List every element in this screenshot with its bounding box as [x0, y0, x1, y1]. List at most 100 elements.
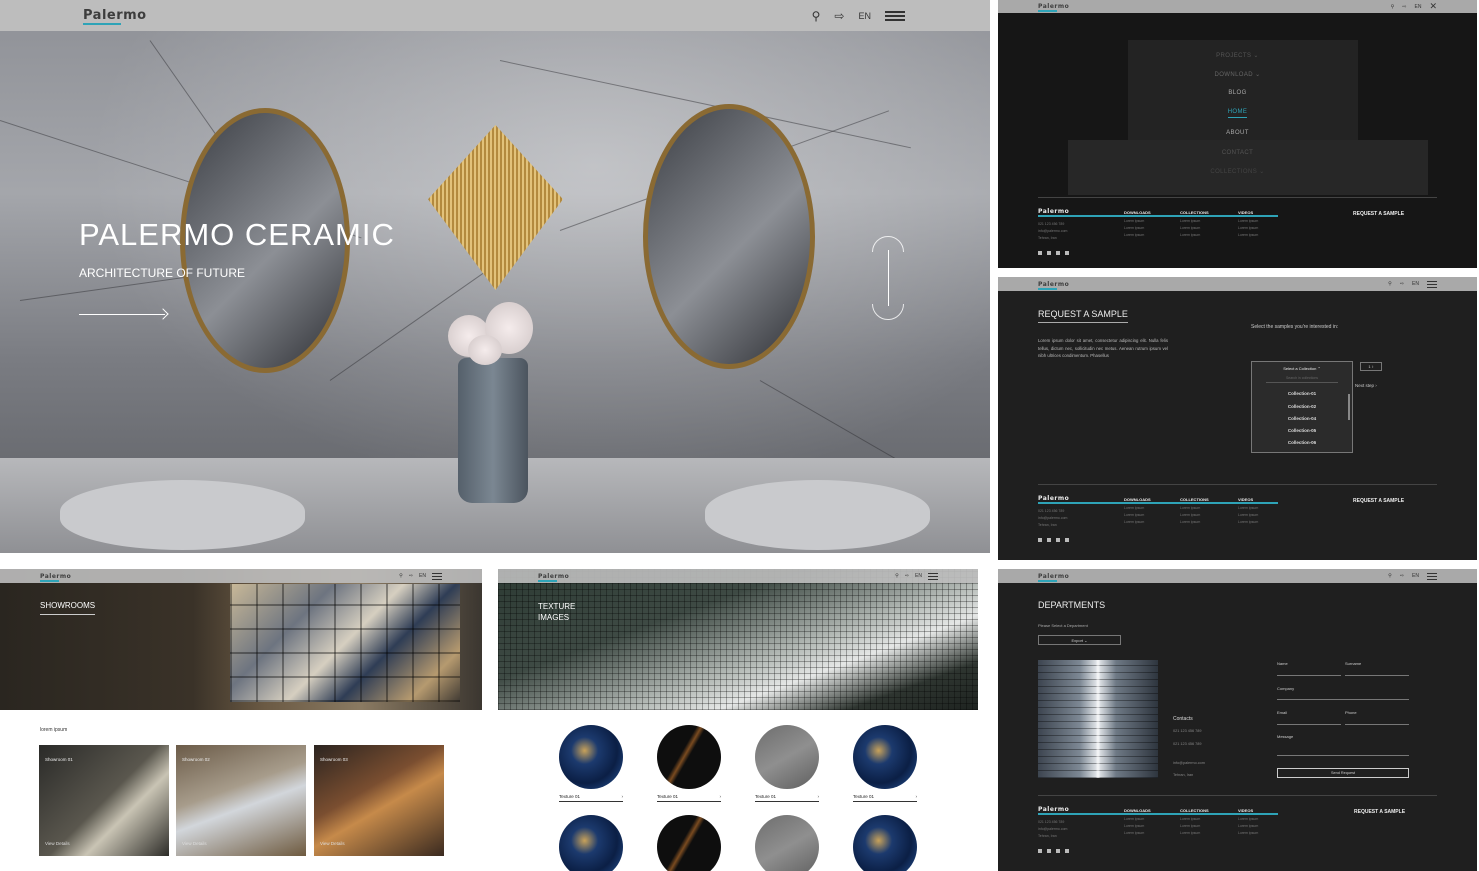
language-switch[interactable]: EN [1412, 573, 1419, 579]
language-switch[interactable]: EN [1412, 281, 1419, 287]
dropdown-scrollbar[interactable] [1348, 394, 1350, 420]
hero-header: Palermo ⚲ ⇨ EN [0, 0, 990, 31]
login-icon[interactable]: ⇨ [905, 573, 909, 579]
arrow-right-icon [157, 308, 169, 320]
menu-item-home[interactable]: HOME [998, 109, 1477, 118]
texture-swatch[interactable] [657, 725, 721, 789]
texture-swatch[interactable] [755, 725, 819, 789]
menu-panel: Palermo ⚲ ⇨ EN ✕ PROJECTS ⌄ DOWNLOAD ⌄ B… [998, 0, 1477, 268]
texture-swatch[interactable] [559, 815, 623, 871]
phone-label: Phone [1345, 710, 1357, 715]
logo[interactable]: Palermo [83, 8, 147, 25]
logo[interactable]: Palermo [1038, 281, 1069, 290]
login-icon[interactable]: ⇨ [1400, 281, 1404, 287]
surname-label: Surname [1345, 661, 1362, 666]
texture-banner-image [498, 569, 978, 710]
right-mirror [643, 104, 815, 369]
login-icon[interactable]: ⇨ [1400, 573, 1404, 579]
footer: Palermo 021 123 456 789 info@palermo.com T… [1038, 806, 1438, 861]
language-switch[interactable]: EN [419, 573, 426, 579]
language-switch[interactable]: EN [1415, 4, 1422, 10]
menu-item-blog[interactable]: BLOG [998, 90, 1477, 96]
texture-swatch[interactable] [559, 725, 623, 789]
view-details-link[interactable]: View Details [320, 841, 345, 846]
menu-icon[interactable] [885, 9, 905, 23]
dropdown-option[interactable]: Collection-04 [1252, 416, 1352, 421]
close-icon[interactable]: ✕ [1429, 1, 1437, 12]
request-sample-link[interactable]: REQUEST A SAMPLE [1353, 211, 1404, 217]
login-icon[interactable]: ⇨ [1402, 4, 1406, 10]
dropdown-option[interactable]: Collection-06 [1252, 440, 1352, 445]
message-field[interactable] [1277, 755, 1409, 756]
search-icon[interactable]: ⚲ [1388, 573, 1392, 579]
logo[interactable]: Palermo [1038, 3, 1069, 12]
language-switch[interactable]: EN [858, 11, 871, 21]
name-field[interactable] [1277, 675, 1341, 676]
dropdown-option[interactable]: Collection-01 [1252, 391, 1352, 396]
texture-label[interactable]: Texture 01 › [755, 794, 819, 802]
contact-phone: 021 123 456 789 [1173, 729, 1202, 733]
search-icon[interactable]: ⚲ [1391, 4, 1395, 10]
dropdown-option[interactable]: Collection-05 [1252, 428, 1352, 433]
menu-item-collections[interactable]: COLLECTIONS ⌄ [998, 168, 1477, 175]
surname-field[interactable] [1345, 675, 1409, 676]
phone-field[interactable] [1345, 724, 1409, 725]
login-icon[interactable]: ⇨ [409, 573, 413, 579]
next-step-link[interactable]: Next step › [1355, 383, 1377, 388]
menu-item-projects[interactable]: PROJECTS ⌄ [998, 52, 1477, 59]
texture-swatch[interactable] [853, 815, 917, 871]
view-details-link[interactable]: View Details [182, 841, 207, 846]
menu-item-download[interactable]: DOWNLOAD ⌄ [998, 71, 1477, 78]
footer: Palermo 021 123 456 789 info@palermo.com T… [1038, 208, 1438, 263]
department-image [1038, 660, 1158, 778]
showroom-banner-image [0, 569, 482, 710]
menu-icon[interactable] [928, 571, 938, 582]
texture-swatch[interactable] [853, 725, 917, 789]
send-request-button[interactable]: Send Request [1277, 768, 1409, 778]
search-icon[interactable]: ⚲ [399, 573, 403, 579]
email-field[interactable] [1277, 724, 1341, 725]
department-select[interactable]: Export ⌄ [1038, 635, 1121, 645]
search-icon[interactable]: ⚲ [895, 573, 899, 579]
contact-address: Tehran, Iran [1173, 773, 1194, 777]
view-details-link[interactable]: View Details [45, 841, 70, 846]
dropdown-search-input[interactable]: Search in collections [1266, 376, 1338, 383]
contact-email: info@palermo.com [1173, 761, 1205, 765]
login-icon[interactable]: ⇨ [834, 9, 844, 23]
department-prompt: Please Select a Department [1038, 623, 1088, 628]
select-prompt: Select the samples you're interested in: [1251, 324, 1339, 330]
scroll-indicator[interactable] [872, 236, 906, 320]
search-icon[interactable]: ⚲ [812, 9, 821, 23]
social-icons[interactable] [1038, 251, 1069, 255]
search-icon[interactable]: ⚲ [1388, 281, 1392, 287]
collection-dropdown[interactable]: Select a Collection ⌃ Search in collecti… [1251, 361, 1353, 453]
footer: Palermo 021 123 456 789 info@palermo.com T… [1038, 495, 1438, 550]
language-switch[interactable]: EN [915, 573, 922, 579]
social-icons[interactable] [1038, 849, 1069, 853]
logo[interactable]: Palermo [40, 573, 71, 582]
logo[interactable]: Palermo [1038, 573, 1069, 582]
texture-label[interactable]: Texture 01 › [853, 794, 917, 802]
logo[interactable]: Palermo [538, 573, 569, 582]
company-field[interactable] [1277, 699, 1409, 700]
request-sample-link[interactable]: REQUEST A SAMPLE [1353, 498, 1404, 504]
menu-icon[interactable] [432, 571, 442, 582]
hero-arrow-link[interactable] [79, 308, 169, 322]
showroom-card[interactable]: Showroom 03 View Details [314, 745, 444, 856]
social-icons[interactable] [1038, 538, 1069, 542]
texture-label[interactable]: Texture 01 › [559, 794, 623, 802]
showroom-card[interactable]: Showroom 01 View Details [39, 745, 169, 856]
contact-phone: 021 123 456 789 [1173, 742, 1202, 746]
menu-icon[interactable] [1427, 571, 1437, 582]
quantity-stepper[interactable]: 1 ↕ [1360, 362, 1382, 371]
texture-swatch[interactable] [755, 815, 819, 871]
texture-swatch[interactable] [657, 815, 721, 871]
menu-item-about[interactable]: ABOUT [998, 130, 1477, 136]
page-title: REQUEST A SAMPLE [1038, 309, 1128, 323]
menu-icon[interactable] [1427, 279, 1437, 290]
texture-label[interactable]: Texture 01 › [657, 794, 721, 802]
menu-item-contact[interactable]: CONTACT [998, 150, 1477, 156]
dropdown-option[interactable]: Collection-02 [1252, 404, 1352, 409]
showroom-card[interactable]: Showroom 02 View Details [176, 745, 306, 856]
request-sample-link[interactable]: REQUEST A SAMPLE [1354, 809, 1405, 815]
